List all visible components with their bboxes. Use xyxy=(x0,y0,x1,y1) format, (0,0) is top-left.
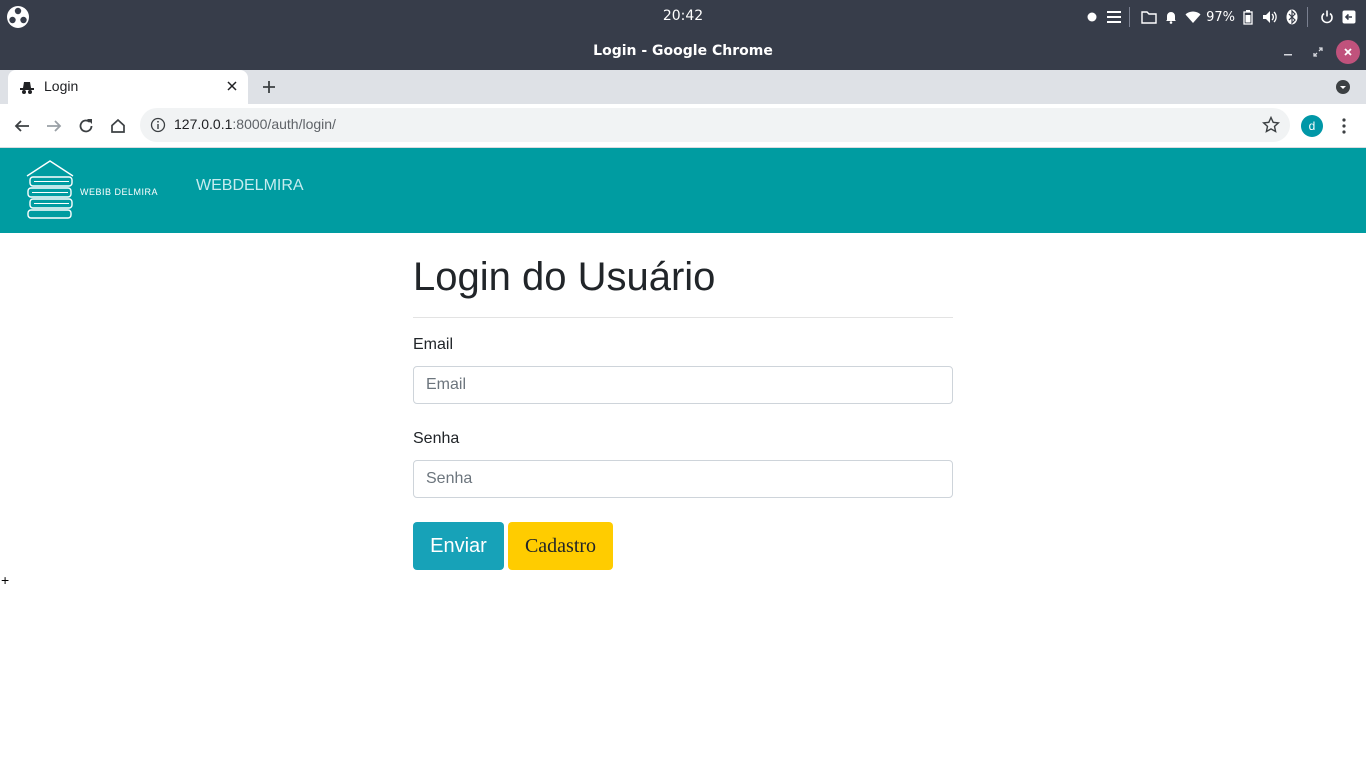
title-divider xyxy=(413,317,953,318)
url-text[interactable]: 127.0.0.1:8000/auth/login/ xyxy=(174,116,336,132)
tab-close-icon[interactable] xyxy=(222,76,242,96)
browser-toolbar: 127.0.0.1:8000/auth/login/ d xyxy=(0,104,1366,148)
system-tray: 97% xyxy=(1079,5,1358,29)
site-info-icon[interactable] xyxy=(150,117,166,133)
window-title: Login - Google Chrome xyxy=(593,43,773,59)
close-window-icon[interactable] xyxy=(1336,40,1360,64)
bluetooth-icon[interactable] xyxy=(1283,5,1301,29)
power-icon[interactable] xyxy=(1318,5,1336,29)
stray-text: + xyxy=(1,572,10,588)
password-field[interactable] xyxy=(413,460,953,498)
restore-icon[interactable] xyxy=(1306,40,1330,64)
back-icon[interactable] xyxy=(10,114,34,138)
wifi-icon[interactable] xyxy=(1184,5,1202,29)
page-title: Login do Usuário xyxy=(413,255,716,299)
tab-strip: Login xyxy=(0,70,1366,104)
incognito-favicon-icon xyxy=(20,82,34,94)
bookmark-star-icon[interactable] xyxy=(1262,116,1280,134)
reload-icon[interactable] xyxy=(74,114,98,138)
register-button[interactable]: Cadastro xyxy=(508,522,613,570)
battery-percent[interactable]: 97% xyxy=(1206,5,1235,29)
window-title-bar[interactable]: Login - Google Chrome xyxy=(0,34,1366,70)
battery-icon[interactable] xyxy=(1239,5,1257,29)
hamburger-icon[interactable] xyxy=(1105,5,1123,29)
home-icon[interactable] xyxy=(106,114,130,138)
volume-icon[interactable] xyxy=(1261,5,1279,29)
notification-dot-icon[interactable] xyxy=(1083,5,1101,29)
site-navbar: WEBIB DELMIRA WEBDELMIRA xyxy=(0,148,1366,233)
library-books-logo[interactable] xyxy=(25,160,77,220)
minimize-icon[interactable] xyxy=(1276,40,1300,64)
logout-icon[interactable] xyxy=(1340,5,1358,29)
os-top-panel: 20:42 97% xyxy=(0,0,1366,34)
tab-title: Login xyxy=(44,78,79,94)
folder-icon[interactable] xyxy=(1140,5,1158,29)
url-path: :8000/auth/login/ xyxy=(232,116,336,132)
submit-button[interactable]: Enviar xyxy=(413,522,504,570)
tab-search-icon[interactable] xyxy=(1335,79,1351,95)
address-bar[interactable]: 127.0.0.1:8000/auth/login/ xyxy=(140,108,1290,142)
forward-icon[interactable] xyxy=(42,114,66,138)
more-menu-icon[interactable] xyxy=(1335,115,1353,137)
tray-separator xyxy=(1307,7,1308,27)
profile-avatar[interactable]: d xyxy=(1301,115,1323,137)
email-field[interactable] xyxy=(413,366,953,404)
brand-text[interactable]: WEBIB DELMIRA xyxy=(80,187,158,197)
tab-login[interactable]: Login xyxy=(8,70,248,104)
email-label: Email xyxy=(413,336,454,353)
url-host: 127.0.0.1 xyxy=(174,116,233,132)
tray-separator xyxy=(1129,7,1131,27)
new-tab-icon[interactable] xyxy=(258,76,280,98)
nav-link-webdelmira[interactable]: WEBDELMIRA xyxy=(196,177,304,195)
password-label: Senha xyxy=(413,430,460,447)
bell-icon[interactable] xyxy=(1162,5,1180,29)
